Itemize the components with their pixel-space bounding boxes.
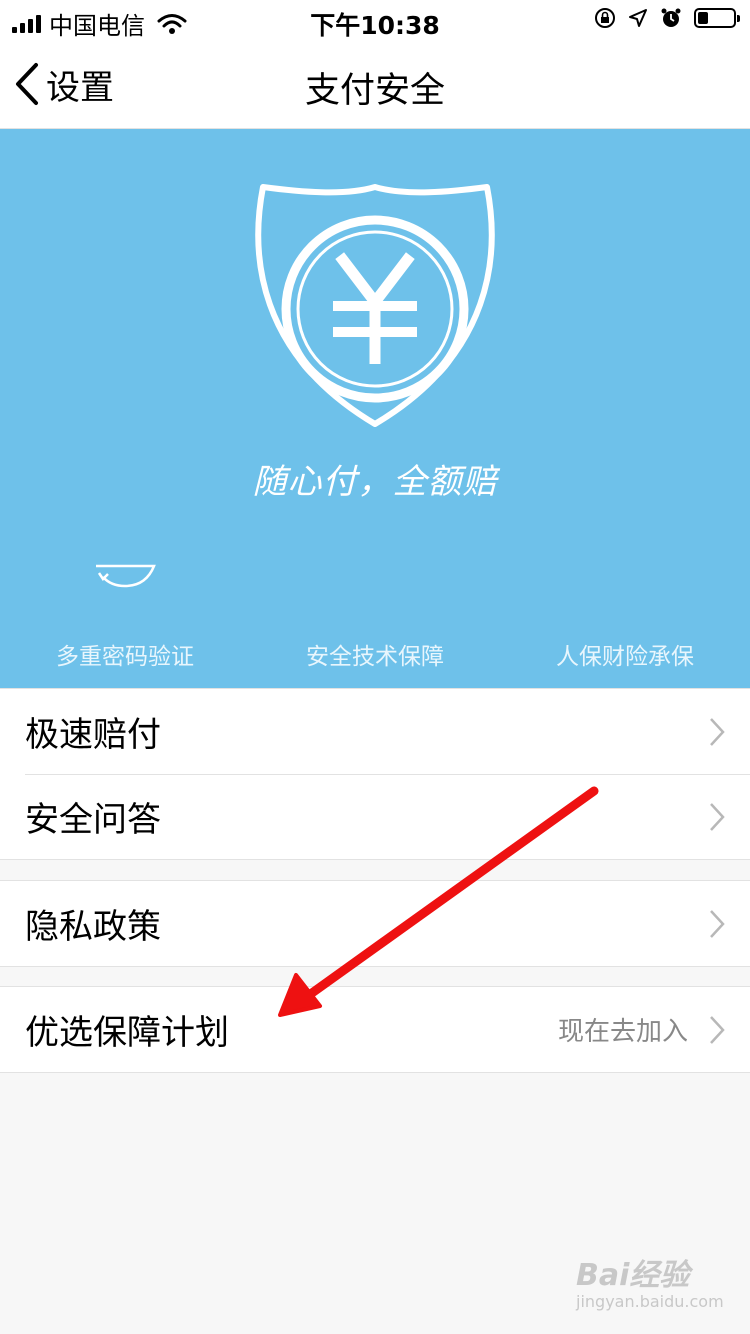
menu-item-label: 安全问答 [25,800,161,840]
rotation-lock-icon [595,8,615,28]
menu-group-privacy: 隐私政策 [0,880,750,967]
hero-banner: 随心付，全额赔 多重密码验证 安全技术保障 人保财险承保 [0,129,750,688]
chevron-right-icon [710,718,725,746]
watermark-logo: Bai经验 [576,1258,690,1293]
feature-list: 多重密码验证 安全技术保障 人保财险承保 [0,637,750,671]
menu-item-security-qa[interactable]: 安全问答 [0,774,750,859]
hero-slogan: 随心付，全额赔 [252,462,498,502]
navigation-bar: 设置 支付安全 [0,40,750,129]
menu-item-privacy-policy[interactable]: 隐私政策 [0,881,750,966]
page-title: 支付安全 [304,71,445,111]
location-icon [629,9,647,27]
feature-tech: 安全技术保障 [306,644,444,670]
watermark-url: jingyan.baidu.com [576,1292,724,1311]
watermark: Bai经验 jingyan.baidu.com [576,1250,724,1311]
menu-item-label: 优选保障计划 [25,1013,229,1053]
join-now-label: 现在去加入 [557,1017,688,1047]
alarm-icon [661,8,681,27]
menu-group-claims: 极速赔付 安全问答 [0,688,750,860]
menu-group-plan: 优选保障计划 现在去加入 [0,986,750,1073]
battery-icon [694,8,740,28]
menu-item-label: 隐私政策 [25,907,161,947]
status-right [594,7,740,29]
chevron-right-icon [710,803,725,831]
chevron-right-icon [710,910,725,938]
menu-item-fast-claim[interactable]: 极速赔付 [0,689,750,774]
feature-insurer: 人保财险承保 [556,644,694,670]
status-bar: 中国电信 下午10:38 [0,0,750,40]
refresh-icon [96,564,156,588]
feature-password: 多重密码验证 [56,644,194,670]
shield-yuan-icon [255,184,495,427]
menu-item-label: 极速赔付 [25,715,161,755]
chevron-right-icon [710,1016,725,1044]
menu-item-guarantee-plan[interactable]: 优选保障计划 现在去加入 [0,987,750,1072]
